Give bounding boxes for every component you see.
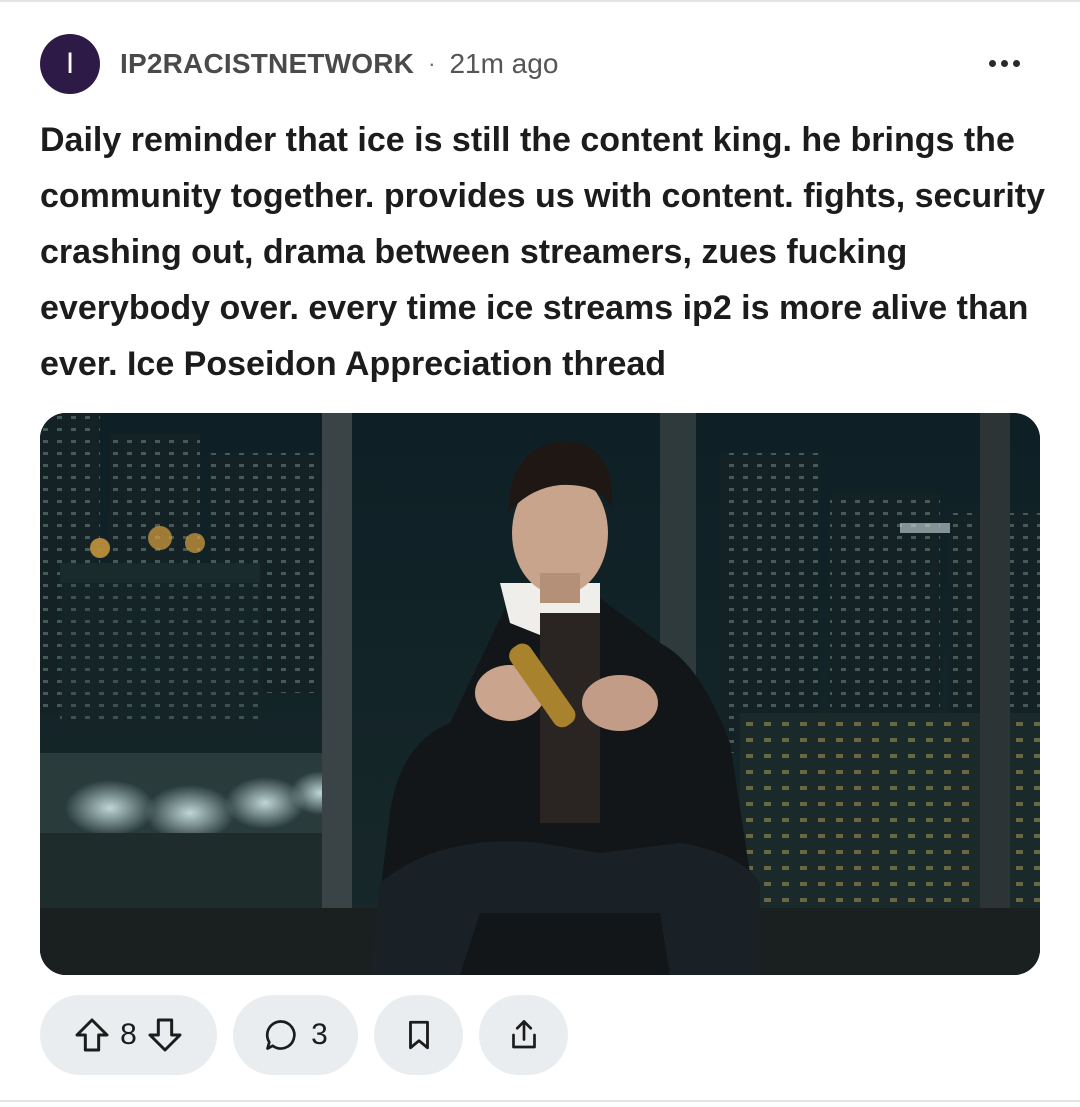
bookmark-icon [402,1018,436,1052]
comment-bubble-icon [263,1017,299,1053]
divider-top [0,0,1080,2]
upvote-arrow-icon[interactable] [72,1015,112,1055]
meta-separator: · [428,51,436,76]
avatar-letter: I [65,47,75,80]
comment-count: 3 [311,1018,328,1051]
save-button[interactable] [374,995,463,1075]
post-image[interactable] [40,413,1040,975]
action-bar: 8 3 [40,995,568,1075]
divider-bottom [0,1100,1080,1102]
downvote-arrow-icon[interactable] [145,1015,185,1055]
post-title[interactable]: Daily reminder that ice is still the con… [40,112,1050,392]
share-icon [506,1017,542,1053]
post-header: I IP2RACISTNETWORK · 21m ago [40,34,1040,94]
post-card: I IP2RACISTNETWORK · 21m ago Daily remin… [0,0,1080,1107]
vote-control: 8 [40,995,217,1075]
share-button[interactable] [479,995,568,1075]
comment-button[interactable]: 3 [233,995,358,1075]
upvote-count: 8 [120,1018,137,1051]
more-options-icon[interactable] [984,48,1024,78]
avatar[interactable]: I [40,34,100,94]
author-name[interactable]: IP2RACISTNETWORK [120,48,414,80]
post-time: 21m ago [449,48,559,79]
